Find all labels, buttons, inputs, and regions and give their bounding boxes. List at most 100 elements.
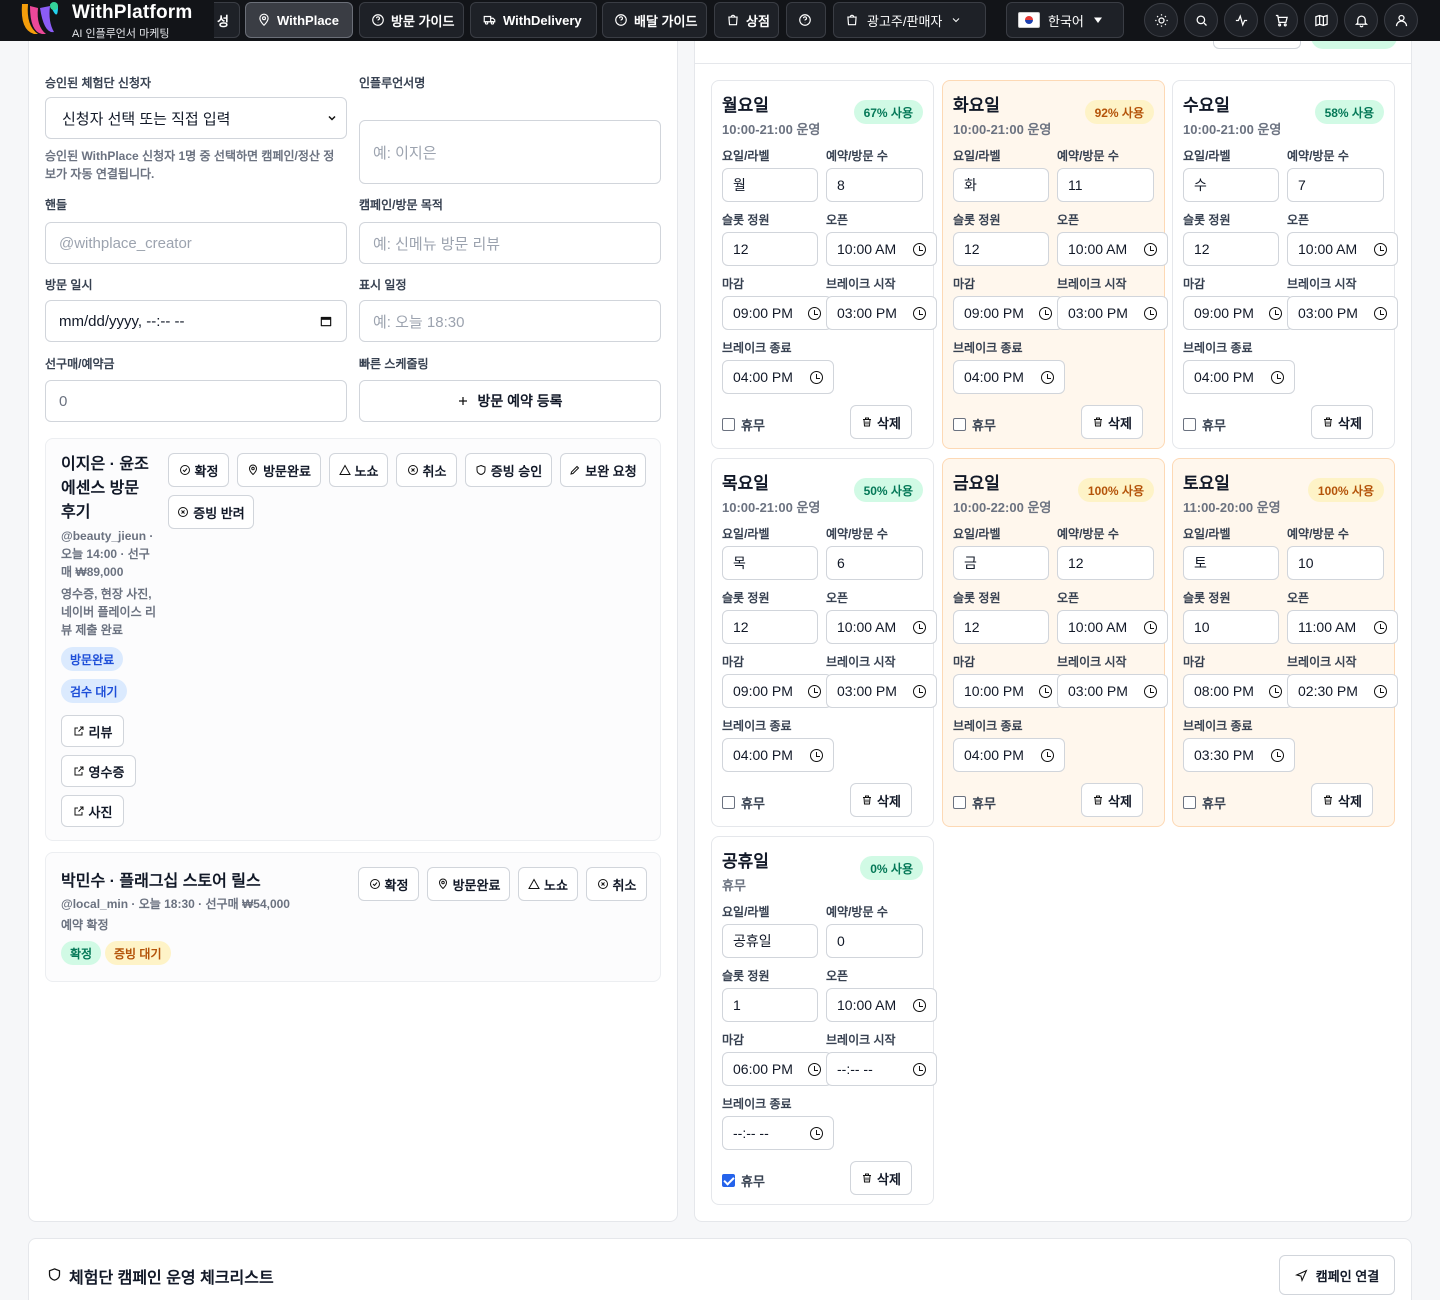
day-label-input[interactable]: 금: [953, 546, 1049, 580]
break-start-input[interactable]: 03:00 PM: [826, 296, 937, 330]
count-input[interactable]: 0: [826, 924, 923, 958]
delete-day-button[interactable]: 삭제: [1311, 783, 1373, 817]
cancel-button[interactable]: 취소: [396, 453, 457, 487]
break-end-input[interactable]: 03:30 PM: [1183, 738, 1295, 772]
delete-day-button[interactable]: 삭제: [1081, 783, 1143, 817]
closed-checkbox[interactable]: 휴무: [722, 793, 765, 812]
closed-checkbox[interactable]: 휴무: [722, 1171, 765, 1190]
open-time-input[interactable]: 10:00 AM: [826, 988, 937, 1022]
nav-item-shop[interactable]: 상점: [714, 2, 779, 38]
capacity-input[interactable]: 12: [1183, 232, 1279, 266]
checkbox-box[interactable]: [953, 796, 966, 809]
nav-item-delivery-guide[interactable]: 배달 가이드: [602, 2, 707, 38]
applicant-select[interactable]: 신청자 선택 또는 직접 입력: [45, 97, 347, 139]
close-time-input[interactable]: 06:00 PM: [722, 1052, 832, 1086]
no-show-button[interactable]: 노쇼: [329, 453, 388, 487]
break-end-input[interactable]: 04:00 PM: [722, 738, 834, 772]
closed-checkbox[interactable]: 휴무: [1183, 793, 1226, 812]
break-end-input[interactable]: --:-- --: [722, 1116, 834, 1150]
purpose-input[interactable]: 예: 신메뉴 방문 리뷰: [359, 222, 661, 264]
break-start-input[interactable]: 03:00 PM: [826, 674, 937, 708]
capacity-input[interactable]: 12: [953, 610, 1049, 644]
visit-complete-button[interactable]: 방문완료: [237, 453, 321, 487]
day-label-input[interactable]: 화: [953, 168, 1049, 202]
register-visit-button[interactable]: 방문 예약 등록: [359, 380, 661, 422]
delete-day-button[interactable]: 삭제: [850, 1161, 912, 1195]
influencer-input[interactable]: 예: 이지은: [359, 120, 661, 184]
capacity-input[interactable]: 10: [1183, 610, 1279, 644]
count-input[interactable]: 10: [1287, 546, 1384, 580]
break-end-input[interactable]: 04:00 PM: [953, 360, 1065, 394]
count-input[interactable]: 8: [826, 168, 923, 202]
capacity-input[interactable]: 1: [722, 988, 818, 1022]
capacity-input[interactable]: 12: [953, 232, 1049, 266]
checkbox-box[interactable]: [1183, 418, 1196, 431]
deposit-input[interactable]: 0: [45, 380, 347, 422]
closed-checkbox[interactable]: 휴무: [1183, 415, 1226, 434]
day-label-input[interactable]: 토: [1183, 546, 1279, 580]
open-time-input[interactable]: 10:00 AM: [1057, 232, 1168, 266]
day-label-input[interactable]: 공휴일: [722, 924, 818, 958]
checkbox-box[interactable]: [1183, 796, 1196, 809]
day-label-input[interactable]: 월: [722, 168, 818, 202]
close-time-input[interactable]: 09:00 PM: [722, 674, 832, 708]
display-schedule-input[interactable]: 예: 오늘 18:30: [359, 300, 661, 342]
request-revision-button[interactable]: 보완 요청: [560, 453, 646, 487]
confirm-button[interactable]: 확정: [358, 867, 419, 901]
checkbox-box[interactable]: [722, 1174, 735, 1187]
capacity-input[interactable]: 12: [722, 232, 818, 266]
brand[interactable]: WithPlatform AI 인플루언서 마케팅: [0, 0, 214, 41]
count-input[interactable]: 6: [826, 546, 923, 580]
break-start-input[interactable]: 03:00 PM: [1057, 296, 1168, 330]
break-end-input[interactable]: 04:00 PM: [722, 360, 834, 394]
map-button[interactable]: [1304, 3, 1338, 37]
break-start-input[interactable]: 03:00 PM: [1287, 296, 1398, 330]
visit-complete-button[interactable]: 방문완료: [427, 867, 510, 901]
checkbox-box[interactable]: [953, 418, 966, 431]
count-input[interactable]: 7: [1287, 168, 1384, 202]
closed-checkbox[interactable]: 휴무: [722, 415, 765, 434]
review-link-button[interactable]: 리뷰: [61, 715, 124, 747]
count-input[interactable]: 11: [1057, 168, 1154, 202]
nav-item-truncated[interactable]: [786, 2, 826, 38]
role-select[interactable]: 광고주/판매자: [833, 2, 986, 38]
no-show-button[interactable]: 노쇼: [518, 867, 578, 901]
profile-button[interactable]: [1384, 3, 1418, 37]
break-end-input[interactable]: 04:00 PM: [1183, 360, 1295, 394]
confirm-button[interactable]: 확정: [168, 453, 229, 487]
handle-input[interactable]: @withplace_creator: [45, 222, 347, 264]
theme-toggle-button[interactable]: [1144, 3, 1178, 37]
open-time-input[interactable]: 11:00 AM: [1287, 610, 1398, 644]
receipt-link-button[interactable]: 영수증: [61, 755, 136, 787]
close-time-input[interactable]: 10:00 PM: [953, 674, 1063, 708]
close-time-input[interactable]: 09:00 PM: [1183, 296, 1293, 330]
day-label-input[interactable]: 수: [1183, 168, 1279, 202]
closed-checkbox[interactable]: 휴무: [953, 415, 996, 434]
close-time-input[interactable]: 08:00 PM: [1183, 674, 1293, 708]
open-time-input[interactable]: 10:00 AM: [826, 232, 937, 266]
checkbox-box[interactable]: [722, 796, 735, 809]
open-time-input[interactable]: 10:00 AM: [1057, 610, 1168, 644]
capacity-input[interactable]: 12: [722, 610, 818, 644]
nav-item-withplace[interactable]: WithPlace: [245, 2, 353, 38]
reject-proof-button[interactable]: 증빙 반려: [168, 495, 254, 529]
delete-day-button[interactable]: 삭제: [850, 783, 912, 817]
photo-link-button[interactable]: 사진: [61, 795, 124, 827]
delete-day-button[interactable]: 삭제: [1081, 405, 1143, 439]
checkbox-box[interactable]: [722, 418, 735, 431]
activity-button[interactable]: [1224, 3, 1258, 37]
closed-checkbox[interactable]: 휴무: [953, 793, 996, 812]
count-input[interactable]: 12: [1057, 546, 1154, 580]
cart-button[interactable]: [1264, 3, 1298, 37]
delete-day-button[interactable]: 삭제: [850, 405, 912, 439]
notification-button[interactable]: [1344, 3, 1378, 37]
approve-proof-button[interactable]: 증빙 승인: [465, 453, 552, 487]
cancel-button[interactable]: 취소: [586, 867, 647, 901]
open-time-input[interactable]: 10:00 AM: [1287, 232, 1398, 266]
delete-day-button[interactable]: 삭제: [1311, 405, 1373, 439]
link-campaign-button[interactable]: 캠페인 연결: [1279, 1255, 1395, 1295]
close-time-input[interactable]: 09:00 PM: [722, 296, 832, 330]
nav-item-withdelivery[interactable]: WithDelivery: [470, 2, 597, 38]
search-button[interactable]: [1184, 3, 1218, 37]
close-time-input[interactable]: 09:00 PM: [953, 296, 1063, 330]
